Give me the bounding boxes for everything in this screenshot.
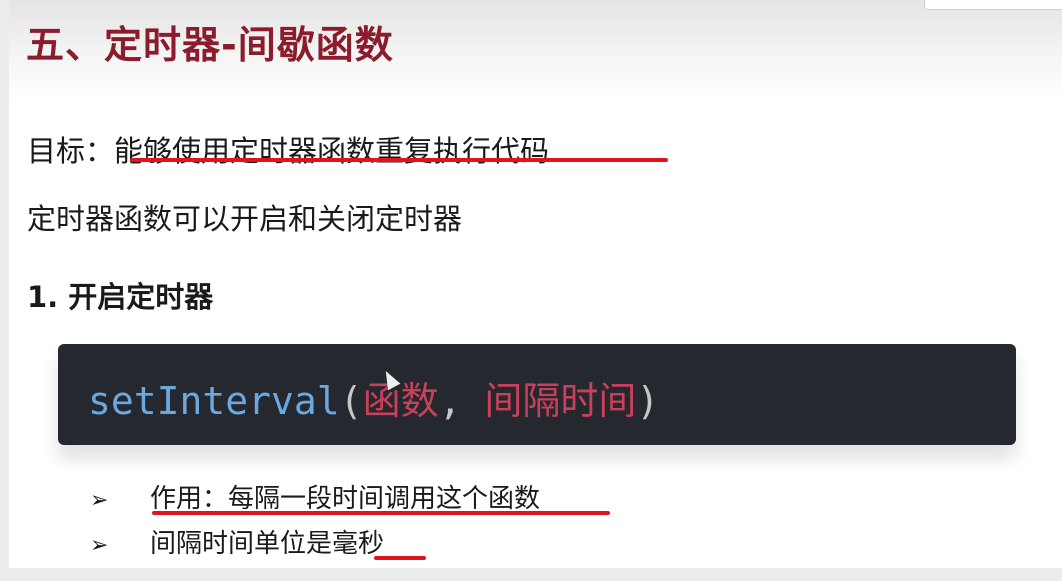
- bullet-underline: [152, 511, 610, 515]
- code-block: setInterval(函数, 间隔时间): [58, 344, 1016, 445]
- bullet-item: ➢ 作用：每隔一段时间调用这个函数: [90, 478, 540, 515]
- bottom-border: [0, 568, 1062, 581]
- code-paren-open: (: [339, 379, 363, 423]
- code-arg-interval: 间隔时间: [484, 379, 637, 423]
- overlay-panel-edge: [924, 0, 1062, 10]
- code-arg-function: 函数: [362, 379, 439, 423]
- bullet-emphasis: 毫秒: [332, 529, 385, 559]
- goal-line: 目标：能够使用定时器函数重复执行代码: [27, 128, 549, 170]
- code-line: setInterval(函数, 间隔时间): [88, 370, 659, 425]
- left-border: [0, 0, 9, 581]
- section-heading: 1. 开启定时器: [27, 280, 214, 314]
- code-function: setInterval: [88, 379, 340, 423]
- arrow-bullet-icon: ➢: [90, 533, 109, 558]
- slide-title: 五、定时器-间歇函数: [26, 23, 394, 67]
- bullet-item: ➢ 间隔时间单位是毫秒: [90, 523, 384, 560]
- goal-underline: [130, 158, 668, 162]
- goal-label: 目标：: [27, 134, 115, 168]
- code-separator: ,: [438, 379, 485, 423]
- code-paren-close: ): [636, 379, 660, 423]
- arrow-bullet-icon: ➢: [90, 488, 109, 513]
- bullet-text: 间隔时间单位是: [150, 529, 333, 559]
- intro-text: 定时器函数可以开启和关闭定时器: [27, 202, 463, 236]
- emphasis-underline: [374, 556, 426, 560]
- goal-text: 能够使用定时器函数重复执行代码: [114, 134, 550, 168]
- bullet-text: 作用：每隔一段时间调用这个函数: [150, 484, 541, 514]
